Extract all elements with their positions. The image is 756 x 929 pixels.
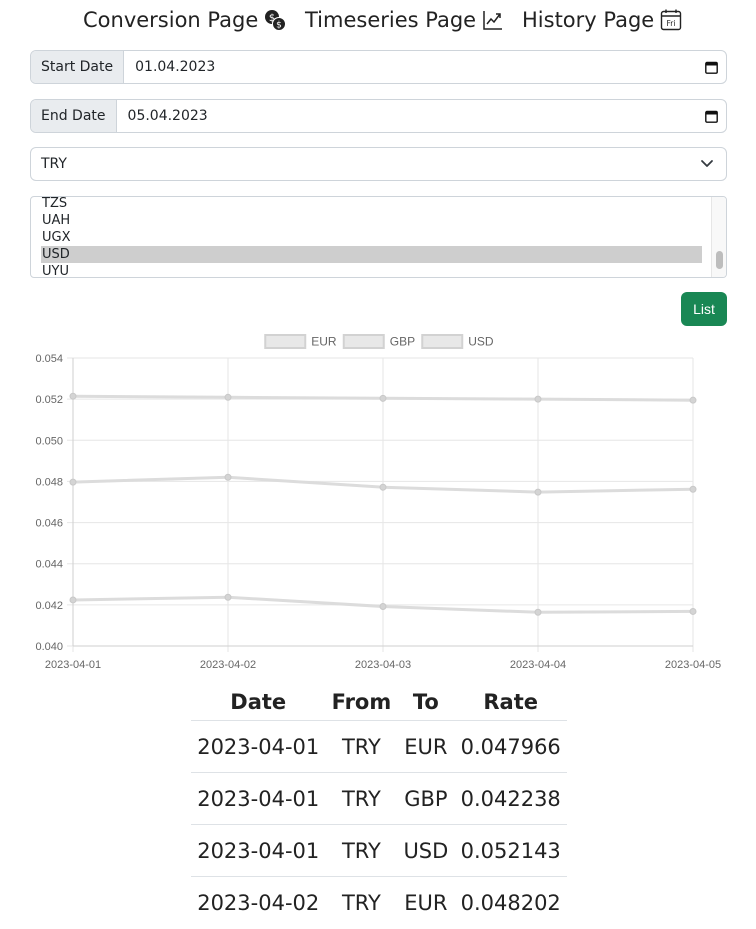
data-point-usd	[379, 394, 387, 402]
data-point-eur	[224, 473, 232, 481]
table-cell-to: EUR	[397, 876, 455, 928]
table-header-to: To	[412, 690, 439, 714]
y-tick-label: 0.052	[35, 394, 63, 406]
list-item-selected[interactable]: USD	[41, 246, 702, 263]
table-cell-to: GBP	[397, 772, 455, 825]
legend-label-gbp: GBP	[390, 335, 415, 349]
end-date-input[interactable]: 05.04.2023	[117, 100, 696, 132]
list-item[interactable]: UYU	[41, 263, 702, 277]
list-item[interactable]: UAH	[41, 212, 702, 229]
legend-swatch-gbp	[342, 334, 385, 349]
calendar-day-text: Fri	[667, 19, 676, 28]
y-tick-label: 0.044	[35, 559, 63, 571]
x-tick-label: 2023-04-02	[200, 659, 256, 671]
data-point-gbp	[224, 593, 232, 601]
nav-history-link[interactable]: History Page Fri	[522, 8, 682, 32]
table-cell-from: TRY	[325, 824, 398, 877]
data-point-usd	[534, 395, 542, 403]
calendar-picker-icon[interactable]	[696, 51, 726, 83]
calendar-picker-icon[interactable]	[696, 100, 726, 132]
listbox-scrollbar[interactable]	[711, 197, 726, 277]
table-cell-rate: 0.048202	[454, 876, 567, 928]
table-cell-from: TRY	[325, 720, 398, 773]
y-tick-label: 0.050	[35, 435, 63, 447]
table-cell-to: EUR	[397, 720, 455, 773]
calendar-icon: Fri	[660, 9, 682, 31]
start-date-label: Start Date	[31, 51, 125, 83]
y-tick-label: 0.048	[35, 476, 63, 488]
list-button[interactable]: List	[681, 292, 727, 326]
table-cell-rate: 0.052143	[454, 824, 567, 877]
list-item[interactable]: TZS	[41, 197, 702, 212]
legend-label-usd: USD	[468, 335, 494, 349]
nav-history-label: History Page	[522, 8, 655, 32]
nav-conversion-link[interactable]: Conversion Page $ $	[83, 8, 287, 32]
data-point-eur	[689, 485, 697, 493]
data-point-eur	[379, 483, 387, 491]
legend-label-eur: EUR	[311, 335, 337, 349]
table-cell-from: TRY	[325, 772, 398, 825]
table-cell-to: USD	[397, 824, 455, 877]
x-tick-label: 2023-04-03	[355, 659, 411, 671]
start-date-group: Start Date 01.04.2023	[30, 50, 727, 84]
x-tick-label: 2023-04-01	[45, 659, 101, 671]
table-cell-date: 2023-04-01	[191, 824, 326, 877]
data-point-eur	[534, 488, 542, 496]
table-row: 2023-04-01 TRY EUR 0.047966	[191, 720, 567, 773]
coin-exchange-icon: $ $	[264, 9, 287, 31]
start-date-input[interactable]: 01.04.2023	[124, 51, 696, 83]
table-cell-rate: 0.042238	[454, 772, 567, 825]
table-cell-from: TRY	[325, 876, 398, 928]
top-nav: Conversion Page $ $ Timeseries Page Hist…	[0, 8, 756, 42]
base-currency-select[interactable]: TRY	[30, 147, 727, 181]
target-currency-listbox[interactable]: TZS UAH UGX USD UYU	[30, 196, 727, 278]
legend-swatch-eur	[264, 334, 307, 349]
y-tick-label: 0.040	[35, 641, 63, 653]
x-tick-label: 2023-04-05	[665, 659, 721, 671]
data-point-gbp	[69, 596, 77, 604]
list-item[interactable]: UGX	[41, 229, 702, 246]
nav-timeseries-label: Timeseries Page	[305, 8, 477, 32]
data-point-usd	[69, 392, 77, 400]
data-point-gbp	[379, 603, 387, 611]
svg-text:$: $	[276, 21, 282, 31]
end-date-group: End Date 05.04.2023	[30, 99, 727, 133]
rates-table: Date From To Rate 2023-04-01 TRY EUR 0.0…	[191, 684, 567, 928]
data-point-usd	[224, 393, 232, 401]
table-cell-date: 2023-04-01	[191, 772, 326, 825]
table-row: 2023-04-02 TRY EUR 0.048202	[191, 876, 567, 928]
y-tick-label: 0.046	[35, 518, 63, 530]
legend-swatch-usd	[421, 334, 464, 349]
end-date-label: End Date	[31, 100, 117, 132]
scrollbar-thumb[interactable]	[716, 251, 723, 269]
table-cell-date: 2023-04-01	[191, 720, 326, 773]
nav-timeseries-link[interactable]: Timeseries Page	[305, 8, 504, 32]
table-header-date: Date	[230, 690, 287, 714]
chevron-down-icon	[700, 158, 714, 174]
table-header-from: From	[331, 690, 392, 714]
y-tick-label: 0.054	[35, 353, 63, 365]
table-row: 2023-04-01 TRY GBP 0.042238	[191, 772, 567, 825]
table-cell-rate: 0.047966	[454, 720, 567, 773]
table-row: 2023-04-01 TRY USD 0.052143	[191, 824, 567, 877]
rates-line-chart: 0.054 0.052 0.050 0.048 0.046 0.044 0.042 0.040…	[35, 334, 721, 671]
data-point-usd	[689, 396, 697, 404]
data-point-gbp	[689, 607, 697, 615]
graph-up-icon	[482, 9, 504, 31]
data-point-gbp	[534, 608, 542, 616]
data-point-eur	[69, 478, 77, 486]
x-tick-label: 2023-04-04	[510, 659, 566, 671]
nav-conversion-label: Conversion Page	[83, 8, 259, 32]
y-tick-label: 0.042	[35, 600, 63, 612]
table-cell-date: 2023-04-02	[191, 876, 326, 928]
table-header-rate: Rate	[483, 690, 539, 714]
table-header-row: Date From To Rate	[191, 684, 567, 721]
base-currency-value: TRY	[41, 156, 67, 172]
